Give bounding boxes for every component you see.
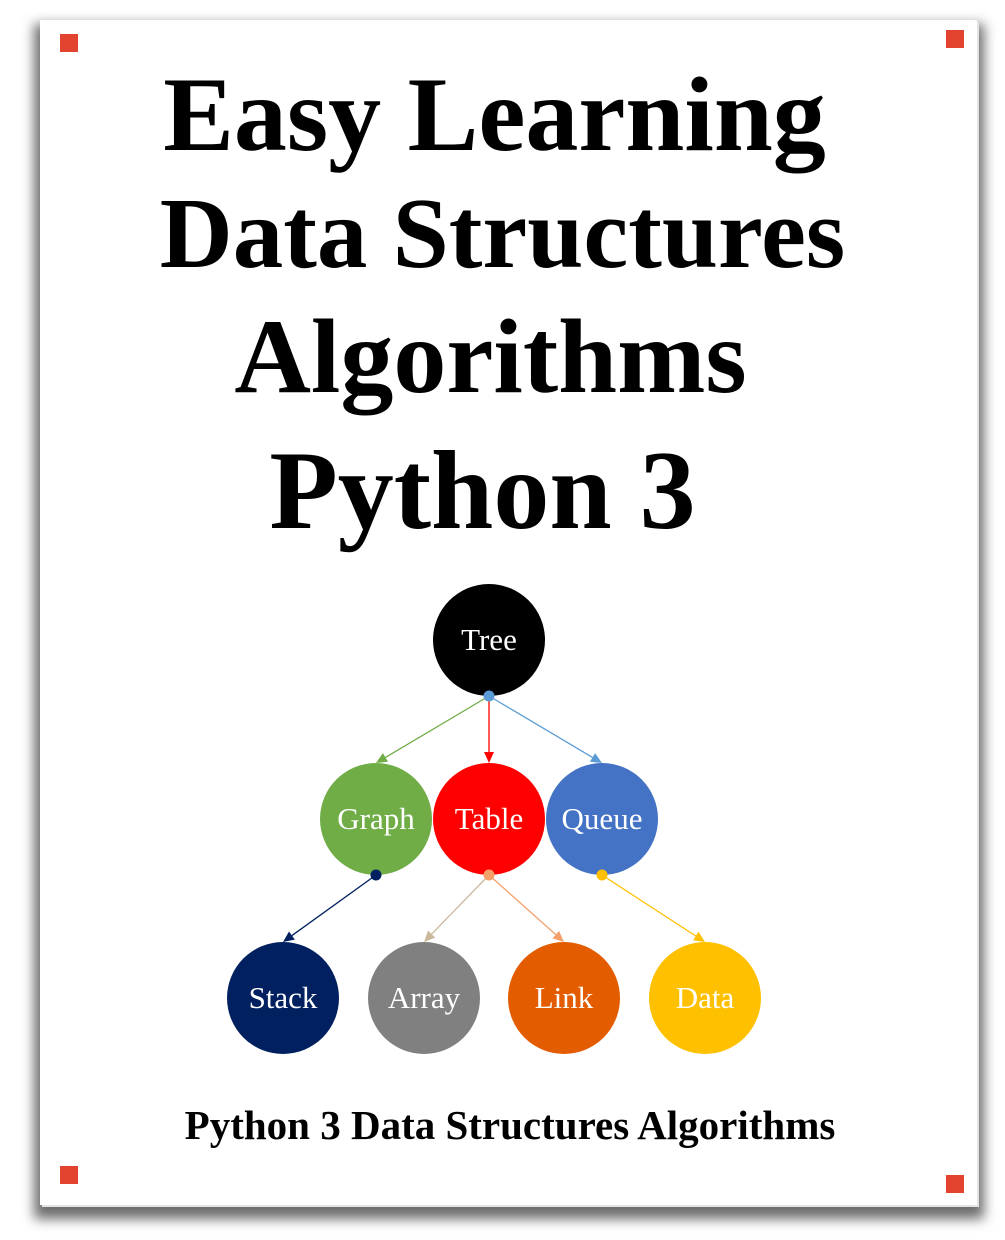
connector-dot-table xyxy=(483,869,495,881)
node-stack: Stack xyxy=(227,942,339,1054)
edge-tree-queue xyxy=(488,695,593,758)
connector-dot-queue xyxy=(596,869,608,881)
edge-queue-data xyxy=(601,874,697,937)
node-queue: Queue xyxy=(546,763,658,875)
node-label-graph: Graph xyxy=(337,801,415,836)
node-tree: Tree xyxy=(433,584,545,696)
edge-arrowhead-tree-queue xyxy=(589,753,602,763)
node-label-data: Data xyxy=(676,980,735,1015)
node-label-table: Table xyxy=(455,801,523,836)
node-label-stack: Stack xyxy=(249,980,318,1015)
edge-table-array xyxy=(431,874,490,935)
edge-arrowhead-graph-stack xyxy=(283,931,295,942)
subtitle: Python 3 Data Structures Algorithms xyxy=(184,1102,836,1148)
edge-arrowhead-queue-data xyxy=(693,931,705,942)
edge-table-link xyxy=(488,874,557,936)
node-array: Array xyxy=(368,942,480,1054)
edge-tree-graph xyxy=(385,695,490,758)
node-table: Table xyxy=(433,763,545,875)
edge-arrowhead-tree-table xyxy=(484,752,494,763)
node-label-queue: Queue xyxy=(562,801,643,836)
edge-graph-stack xyxy=(291,874,377,937)
node-link: Link xyxy=(508,942,620,1054)
node-label-link: Link xyxy=(535,980,594,1015)
node-label-array: Array xyxy=(388,980,461,1015)
node-label-tree: Tree xyxy=(461,622,517,657)
node-graph: Graph xyxy=(320,763,432,875)
data-structure-tree-diagram: Tree Graph Table Queue Stack Array Link Data xyxy=(227,584,761,1054)
connector-dot-graph xyxy=(370,869,382,881)
connector-dot-tree xyxy=(483,690,495,702)
node-data: Data xyxy=(649,942,761,1054)
edge-arrowhead-tree-graph xyxy=(376,753,389,763)
